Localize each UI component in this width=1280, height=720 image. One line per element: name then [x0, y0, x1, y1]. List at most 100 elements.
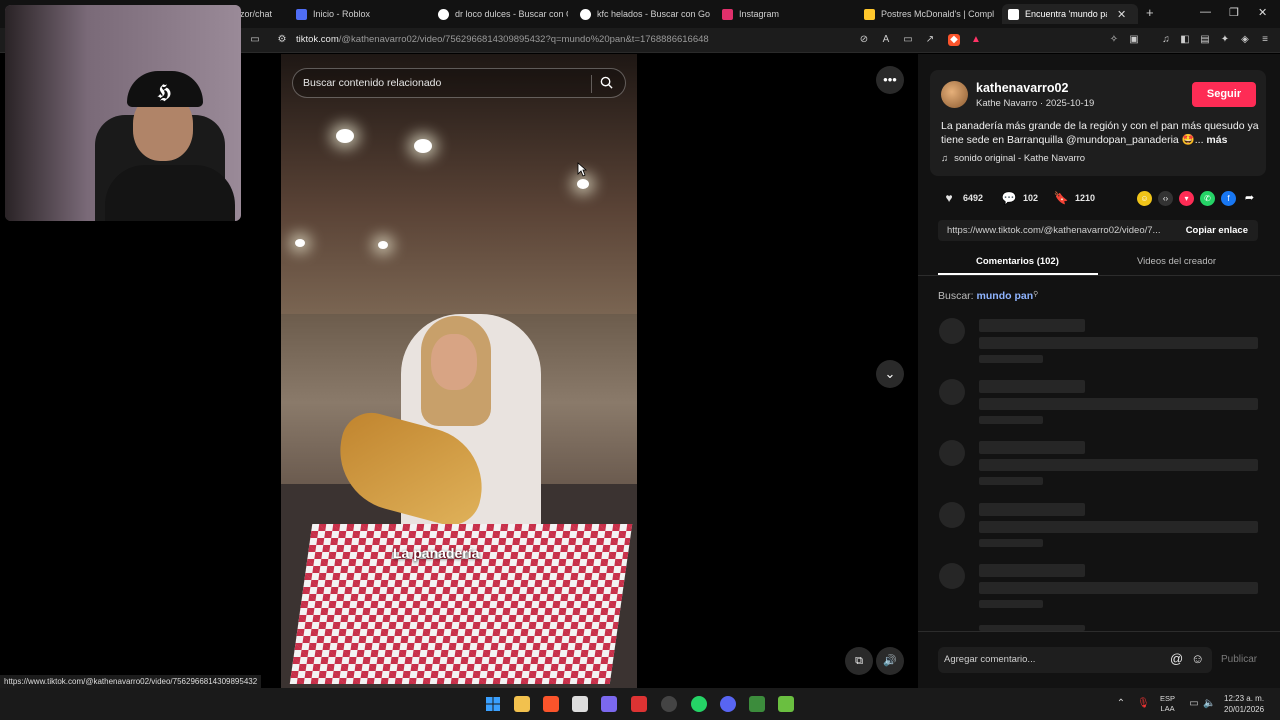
browser-tab[interactable]: kfc helados - Buscar con Goog	[580, 4, 710, 24]
search-suggestion-query[interactable]: mundo pan	[977, 290, 1034, 302]
game-controller-icon[interactable]	[601, 696, 617, 712]
search-icon[interactable]	[600, 76, 613, 89]
sound-link[interactable]: ♫ sonido original - Kathe Navarro	[941, 153, 1085, 164]
more-options-button[interactable]: •••	[876, 66, 904, 94]
comment-placeholder: Agregar comentario...	[944, 654, 1036, 665]
more-link[interactable]: más	[1206, 134, 1227, 146]
leo-ai-icon[interactable]: ✦	[1219, 34, 1231, 46]
steam-icon[interactable]	[661, 696, 677, 712]
whatsapp-icon[interactable]: ✆	[1200, 191, 1215, 206]
app-icon[interactable]	[778, 696, 794, 712]
clock-time: 12:23 a. m.	[1224, 694, 1265, 703]
extensions-icon[interactable]: ✧	[1108, 34, 1120, 46]
save-button[interactable]: 🔖 1210	[1053, 191, 1096, 205]
netflix-icon[interactable]	[631, 696, 647, 712]
skeleton-line	[979, 398, 1258, 410]
whatsapp-taskbar-icon[interactable]	[691, 696, 707, 712]
network-icon[interactable]: ▭	[1188, 698, 1200, 710]
menu-icon[interactable]: ≡	[1259, 34, 1271, 46]
browser-tab[interactable]: Inicio - Roblox	[296, 4, 426, 24]
browser-tab[interactable]: Postres McDonald's | Complet	[864, 4, 994, 24]
share-page-icon[interactable]: ↗	[924, 34, 936, 46]
comment-input[interactable]: Agregar comentario... @ ☺	[938, 647, 1212, 673]
share-arrow-icon[interactable]: ➦	[1242, 191, 1257, 206]
music-icon[interactable]: ♫	[1160, 34, 1172, 46]
url-host: tiktok.com	[296, 34, 339, 45]
wallet2-icon[interactable]: ▤	[1199, 34, 1211, 46]
bookmark-icon[interactable]: ▭	[249, 34, 261, 46]
facebook-icon[interactable]: f	[1221, 191, 1236, 206]
related-search-input[interactable]: Buscar contenido relacionado	[292, 68, 626, 98]
skeleton-line	[979, 337, 1258, 349]
browser-tab[interactable]: zor/chat	[240, 4, 284, 24]
vpn-icon[interactable]: ◈	[1239, 34, 1251, 46]
instagram-icon	[722, 8, 733, 20]
floating-player-button[interactable]: ⧉	[845, 647, 873, 675]
speaker-icon[interactable]: 🔈	[1203, 698, 1215, 710]
minimize-icon[interactable]: —	[1200, 6, 1211, 18]
close-icon[interactable]: ✕	[1117, 8, 1126, 21]
tab-comments[interactable]: Comentarios (102)	[976, 256, 1059, 267]
mcdonalds-icon	[864, 8, 875, 20]
repost-icon[interactable]: ☺	[1137, 191, 1152, 206]
like-button[interactable]: ♥ 6492	[941, 191, 983, 205]
new-tab-button[interactable]: +	[1146, 5, 1154, 20]
brave-rewards-icon[interactable]: ▲	[970, 34, 982, 46]
translate-icon[interactable]: A	[880, 34, 892, 46]
follow-button[interactable]: Seguir	[1192, 82, 1256, 107]
share-link-text[interactable]: https://www.tiktok.com/@kathenavarro02/v…	[947, 225, 1173, 236]
brave-shields-icon[interactable]: ◆	[948, 34, 960, 46]
ceiling-light	[378, 241, 388, 249]
divider	[918, 631, 1280, 632]
site-settings-icon[interactable]: ⚙	[276, 34, 288, 46]
avatar[interactable]	[941, 81, 968, 108]
reader-off-icon[interactable]: ⊘	[858, 34, 870, 46]
tab-title: Instagram	[739, 9, 780, 19]
skeleton-line	[979, 459, 1258, 471]
minecraft-icon[interactable]	[749, 696, 765, 712]
skeleton-line	[979, 416, 1043, 424]
cap-logo: 𝕳	[157, 79, 172, 103]
video-caption: La panadería	[393, 545, 480, 561]
wallet-icon[interactable]: ▣	[1128, 34, 1140, 46]
skeleton-avatar	[939, 379, 965, 405]
file-explorer-icon[interactable]	[514, 696, 530, 712]
username[interactable]: kathenavarro02	[976, 81, 1068, 95]
brave-browser-icon[interactable]	[543, 696, 559, 712]
browser-tab-active[interactable]: Encuentra 'mundo pa ✕	[1002, 4, 1138, 24]
sidebar-icon[interactable]: ◧	[1179, 34, 1191, 46]
mention-icon[interactable]: @	[1170, 651, 1183, 666]
microphone-icon[interactable]: 🎙	[1137, 698, 1150, 710]
browser-tab[interactable]: Instagram	[722, 4, 852, 24]
skeleton-avatar	[939, 318, 965, 344]
close-window-icon[interactable]: ✕	[1258, 6, 1267, 19]
volume-button[interactable]: 🔊	[876, 647, 904, 675]
tray-chevron-icon[interactable]: ⌃	[1115, 698, 1127, 710]
skeleton-line	[979, 477, 1043, 485]
comment-button[interactable]: 💬 102	[1001, 191, 1039, 205]
music-note-icon: ♫	[941, 153, 949, 164]
tab-creator-videos[interactable]: Videos del creador	[1137, 256, 1216, 267]
discord-icon[interactable]	[720, 696, 736, 712]
url-field[interactable]: tiktok.com/@kathenavarro02/video/7562966…	[296, 34, 709, 45]
share-link-box: https://www.tiktok.com/@kathenavarro02/v…	[938, 220, 1258, 241]
publish-button[interactable]: Publicar	[1221, 654, 1257, 665]
send-icon[interactable]: ▾	[1179, 191, 1194, 206]
ceiling-light	[414, 139, 432, 153]
post-meta: Kathe Navarro · 2025-10-19	[976, 98, 1095, 109]
store-icon[interactable]	[572, 696, 588, 712]
search-suggestion[interactable]: Buscar: mundo pan⚲	[938, 290, 1038, 302]
lang-line-1: ESP	[1160, 694, 1176, 703]
restore-icon[interactable]: ❐	[1229, 6, 1239, 19]
emoji-icon[interactable]: ☺	[1191, 651, 1204, 666]
windows-start-icon[interactable]	[485, 696, 501, 712]
system-clock[interactable]: 12:23 a. m. 20/01/2026	[1224, 693, 1264, 715]
comment-icon: 💬	[1001, 191, 1017, 205]
video-player[interactable]: La panadería	[281, 54, 637, 688]
cast-icon[interactable]: ▭	[902, 34, 914, 46]
language-indicator[interactable]: ESP LAA	[1160, 694, 1175, 714]
next-video-button[interactable]: ⌄	[876, 360, 904, 388]
browser-tab[interactable]: dr loco dulces - Buscar con Go	[438, 4, 568, 24]
copy-link-button[interactable]: Copiar enlace	[1186, 225, 1248, 236]
embed-icon[interactable]: ‹›	[1158, 191, 1173, 206]
